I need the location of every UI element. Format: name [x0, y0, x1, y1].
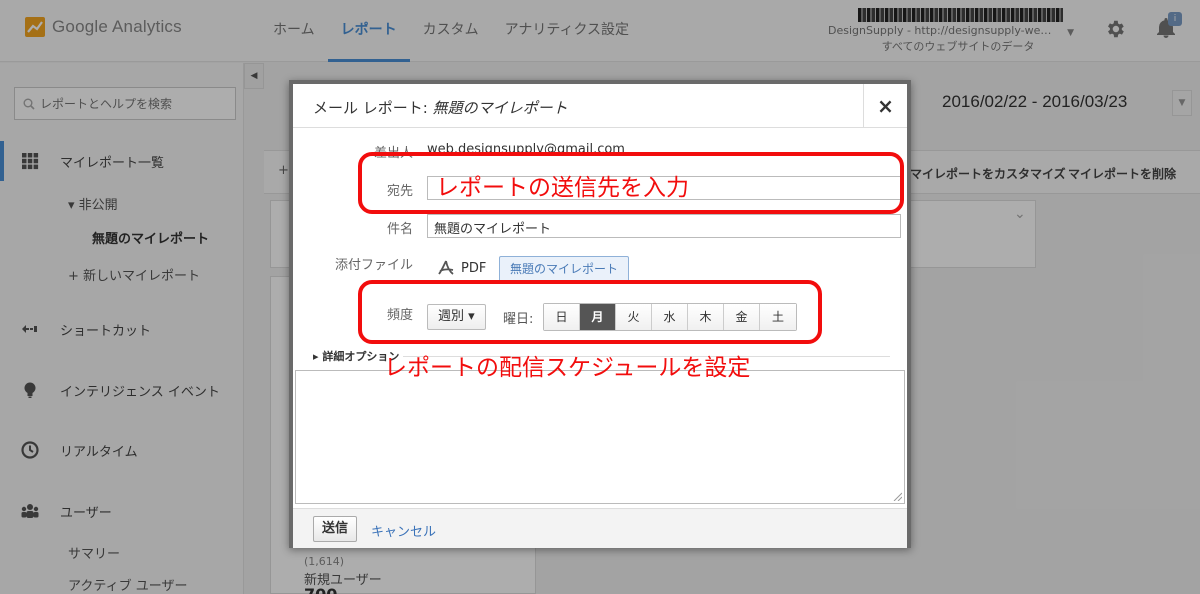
schedule-annotation: レポートの配信スケジュールを設定 — [384, 355, 751, 381]
message-textarea[interactable] — [295, 370, 905, 504]
schedule-highlight-box — [358, 280, 822, 344]
resize-grip-icon[interactable] — [892, 491, 902, 501]
dialog-header: メール レポート: 無題のマイレポート × — [293, 84, 907, 128]
pdf-format-label: PDF — [461, 260, 487, 276]
attachment-label: 添付ファイル — [334, 258, 413, 273]
send-button[interactable]: 送信 — [313, 516, 358, 542]
subject-input[interactable]: 無題のマイレポート — [427, 214, 901, 238]
close-button[interactable]: × — [863, 84, 907, 128]
dialog-title: メール レポート: 無題のマイレポート — [313, 97, 568, 118]
cancel-link[interactable]: キャンセル — [371, 521, 436, 540]
dialog-title-report-name: 無題のマイレポート — [432, 99, 568, 117]
pdf-icon — [438, 260, 454, 275]
recipient-annotation: レポートの送信先を入力 — [436, 175, 689, 201]
pdf-format-option[interactable]: PDF — [437, 260, 486, 276]
dialog-footer: 送信 キャンセル — [293, 508, 907, 548]
attachment-chip[interactable]: 無題のマイレポート — [499, 256, 630, 282]
dialog-title-prefix: メール レポート: — [313, 99, 428, 117]
subject-label: 件名 — [386, 222, 413, 237]
